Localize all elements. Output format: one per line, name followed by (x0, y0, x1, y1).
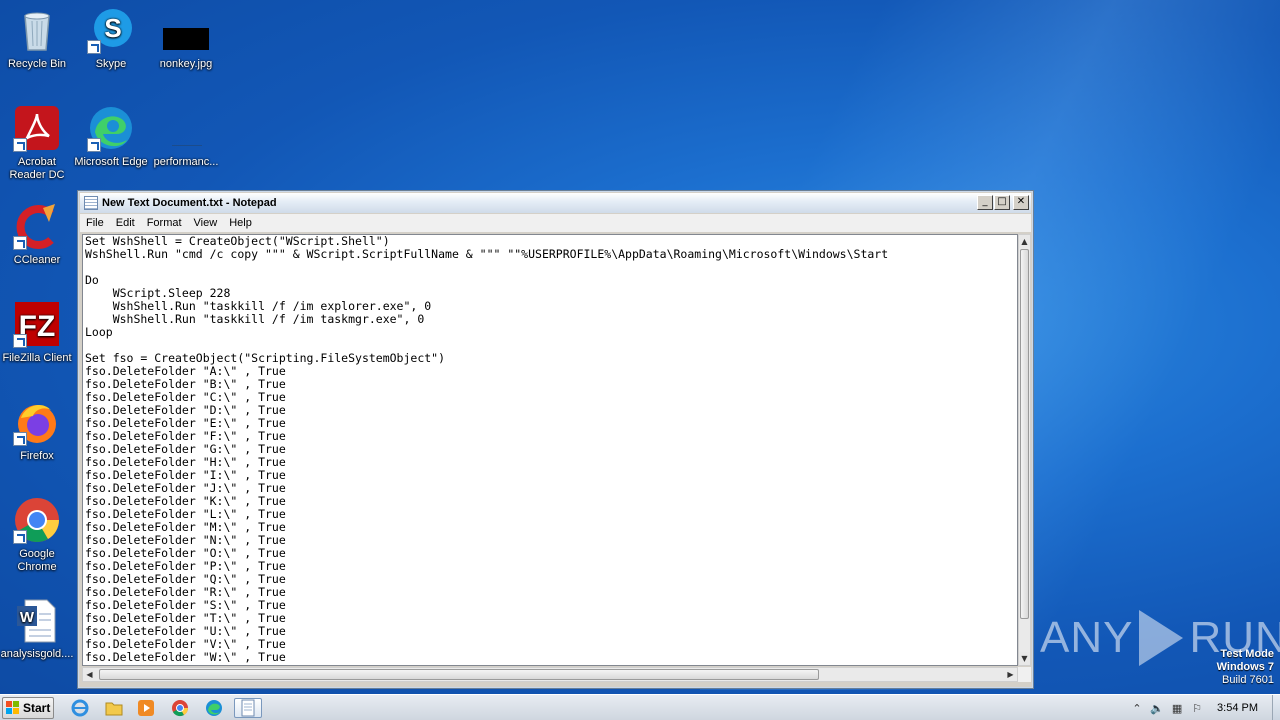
svg-text:S: S (104, 13, 121, 43)
taskbar-media-player-button[interactable] (132, 698, 160, 718)
desktop-icon-nonkey-jpg[interactable]: nonkey.jpg (149, 6, 223, 71)
desktop-icon-skype[interactable]: S Skype (74, 6, 148, 71)
scroll-left-arrow-icon[interactable]: ◀ (83, 668, 96, 681)
internet-explorer-icon (71, 699, 89, 717)
menu-file[interactable]: File (80, 217, 110, 229)
desktop-icon-label: Google Chrome (17, 548, 57, 573)
test-mode-notice: Test Mode Windows 7 Build 7601 (1217, 648, 1274, 687)
desktop-icon-label: FileZilla Client (2, 352, 72, 364)
start-label: Start (23, 701, 51, 715)
shortcut-arrow-icon (87, 40, 101, 54)
speaker-icon[interactable]: 🔈 (1147, 700, 1167, 716)
start-button[interactable]: Start (2, 697, 54, 719)
shortcut-arrow-icon (13, 236, 27, 250)
desktop-icon-label: Recycle Bin (7, 58, 67, 70)
desktop-icon-recycle-bin[interactable]: Recycle Bin (0, 6, 74, 71)
desktop-icon-label: Microsoft Edge (74, 156, 148, 168)
folder-icon (105, 702, 123, 716)
desktop-icon-analysisgold[interactable]: W analysisgold.... (0, 596, 74, 661)
desktop-icon-acrobat[interactable]: Acrobat Reader DC (0, 104, 74, 182)
scroll-down-arrow-icon[interactable]: ▼ (1019, 652, 1030, 665)
test-mode-line3: Build 7601 (1222, 674, 1274, 686)
system-tray: ⌃ 🔈 ▦ ⚐ 3:54 PM (1127, 695, 1280, 720)
svg-text:W: W (20, 609, 35, 626)
editor-content[interactable]: Set WshShell = CreateObject("WScript.She… (83, 235, 1017, 664)
taskbar-explorer-button[interactable] (100, 698, 128, 718)
horizontal-scroll-thumb[interactable] (99, 669, 819, 680)
edge-icon (206, 700, 222, 716)
maximize-button[interactable]: □ (994, 195, 1010, 210)
network-icon[interactable]: ▦ (1167, 700, 1187, 716)
desktop-icon-filezilla[interactable]: FZ FileZilla Client (0, 300, 74, 365)
scroll-up-arrow-icon[interactable]: ▲ (1019, 235, 1030, 248)
ccleaner-icon (13, 202, 61, 250)
acrobat-icon (13, 104, 61, 152)
close-button[interactable]: ✕ (1013, 195, 1029, 210)
image-file-icon (162, 6, 210, 54)
desktop-icon-label: Acrobat Reader DC (9, 156, 65, 181)
notepad-icon (241, 699, 255, 717)
shortcut-arrow-icon (87, 138, 101, 152)
chrome-icon (172, 700, 189, 717)
notepad-window[interactable]: New Text Document.txt - Notepad _ □ ✕ Fi… (77, 190, 1034, 689)
filezilla-icon: FZ (13, 300, 61, 348)
resize-grip-icon[interactable] (1018, 667, 1031, 682)
shortcut-arrow-icon (13, 432, 27, 446)
notepad-icon (84, 196, 98, 210)
edge-icon (87, 104, 135, 152)
shortcut-arrow-icon (13, 334, 27, 348)
window-controls: _ □ ✕ (977, 195, 1029, 210)
chevron-up-icon[interactable]: ⌃ (1127, 700, 1147, 716)
desktop-icon-label: Skype (95, 58, 127, 70)
minimize-button[interactable]: _ (977, 195, 993, 210)
play-icon (1139, 610, 1184, 666)
recycle-bin-icon (13, 6, 61, 54)
desktop-icon-label: CCleaner (13, 254, 61, 266)
word-doc-icon: W (13, 596, 61, 644)
menu-format[interactable]: Format (141, 217, 188, 229)
taskbar-clock[interactable]: 3:54 PM (1207, 702, 1272, 714)
desktop-icon-label: Firefox (20, 450, 54, 462)
file-icon (162, 104, 210, 152)
desktop-icon-ccleaner[interactable]: CCleaner (0, 202, 74, 267)
test-mode-line1: Test Mode (1220, 648, 1274, 660)
shortcut-arrow-icon (13, 138, 27, 152)
window-title: New Text Document.txt - Notepad (102, 197, 277, 209)
desktop-icon-chrome[interactable]: Google Chrome (0, 496, 74, 574)
windows-flag-icon (6, 701, 20, 715)
vertical-scroll-thumb[interactable] (1020, 249, 1029, 619)
horizontal-scrollbar[interactable]: ◀ ▶ (82, 667, 1018, 682)
shortcut-arrow-icon (13, 530, 27, 544)
desktop-icon-label: analysisgold.... (0, 648, 74, 660)
taskbar-chrome-button[interactable] (166, 698, 194, 718)
firefox-icon (13, 398, 61, 446)
media-player-icon (138, 700, 154, 716)
action-center-flag-icon[interactable]: ⚐ (1187, 700, 1207, 716)
skype-icon: S (87, 6, 135, 54)
test-mode-line2: Windows 7 (1216, 661, 1274, 673)
taskbar-notepad-button[interactable] (234, 698, 262, 718)
menu-view[interactable]: View (188, 217, 224, 229)
desktop-icon-firefox[interactable]: Firefox (0, 398, 74, 463)
desktop-icon-performance[interactable]: performanc... (149, 104, 223, 169)
desktop-icon-label: performanc... (153, 156, 219, 168)
menu-help[interactable]: Help (223, 217, 258, 229)
scroll-right-arrow-icon[interactable]: ▶ (1004, 668, 1017, 681)
taskbar-edge-button[interactable] (200, 698, 228, 718)
chrome-icon (13, 496, 61, 544)
menu-bar: File Edit Format View Help (80, 214, 1031, 232)
vertical-scrollbar[interactable]: ▲ ▼ (1018, 234, 1031, 666)
text-editor[interactable]: Set WshShell = CreateObject("WScript.She… (82, 234, 1018, 666)
desktop-icon-edge[interactable]: Microsoft Edge (74, 104, 148, 169)
show-desktop-button[interactable] (1272, 695, 1280, 720)
taskbar: Start ⌃ 🔈 ▦ ⚐ 3:54 PM (0, 694, 1280, 720)
desktop-icon-label: nonkey.jpg (159, 58, 213, 70)
watermark-left: ANY (1040, 613, 1134, 662)
window-titlebar[interactable]: New Text Document.txt - Notepad _ □ ✕ (80, 193, 1031, 213)
taskbar-ie-button[interactable] (66, 698, 94, 718)
menu-edit[interactable]: Edit (110, 217, 141, 229)
